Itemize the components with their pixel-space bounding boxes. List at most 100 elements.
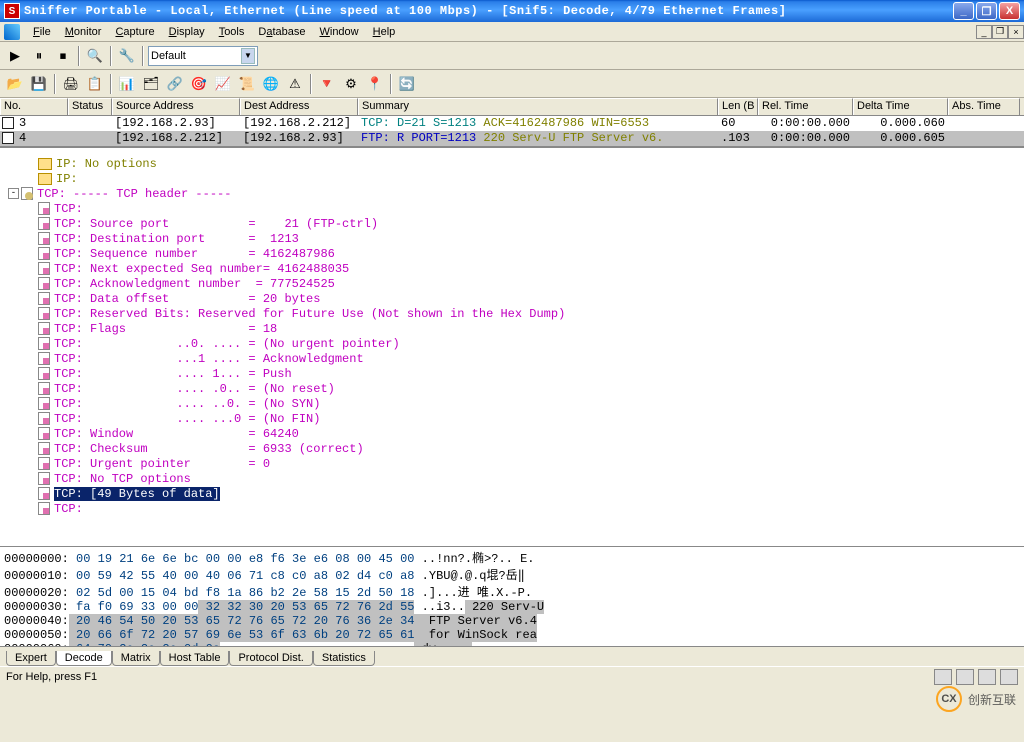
- tree-text: TCP: Destination port = 1213: [54, 232, 299, 246]
- art-icon[interactable]: 🎯: [188, 73, 210, 95]
- col-summary[interactable]: Summary: [358, 98, 718, 115]
- tree-line[interactable]: TCP: Sequence number = 4162487986: [0, 246, 1024, 261]
- menu-display[interactable]: Display: [162, 24, 212, 40]
- page-icon: [38, 337, 50, 350]
- tree-line[interactable]: TCP: Window = 64240: [0, 426, 1024, 441]
- chevron-down-icon[interactable]: ▼: [241, 48, 255, 64]
- col-len[interactable]: Len (B: [718, 98, 758, 115]
- hosttable-icon[interactable]: 🗂: [140, 73, 162, 95]
- col-abstime[interactable]: Abs. Time: [948, 98, 1020, 115]
- tree-line[interactable]: TCP:: [0, 201, 1024, 216]
- alarm-icon[interactable]: ⚠: [284, 73, 306, 95]
- address-icon[interactable]: 📍: [364, 73, 386, 95]
- status-icon: [934, 669, 952, 685]
- collapse-icon[interactable]: -: [8, 188, 19, 199]
- col-dst[interactable]: Dest Address: [240, 98, 358, 115]
- menu-tools[interactable]: Tools: [212, 24, 252, 40]
- binoculars-icon[interactable]: 🔍: [84, 45, 106, 67]
- stop-icon[interactable]: ⏹: [52, 45, 74, 67]
- toolbar-capture: ▶ ⏸ ⏹ 🔍 🔧 Default ▼: [0, 42, 1024, 70]
- tree-line[interactable]: TCP: Data offset = 20 bytes: [0, 291, 1024, 306]
- cell-summary: FTP: R PORT=1213 220 Serv-U FTP Server v…: [358, 131, 718, 146]
- print-icon[interactable]: 🖨: [60, 73, 82, 95]
- tree-text: TCP: Next expected Seq number= 416248803…: [54, 262, 349, 276]
- tab-proto[interactable]: Protocol Dist.: [229, 651, 312, 666]
- tree-line[interactable]: TCP: .... 1... = Push: [0, 366, 1024, 381]
- tree-line[interactable]: TCP: Source port = 21 (FTP-ctrl): [0, 216, 1024, 231]
- menu-help[interactable]: Help: [366, 24, 403, 40]
- tree-text: TCP: ----- TCP header -----: [37, 187, 231, 201]
- maximize-button[interactable]: ❐: [976, 2, 997, 20]
- menu-bar: File Monitor Capture Display Tools Datab…: [0, 22, 1024, 42]
- tree-line[interactable]: TCP: ..0. .... = (No urgent pointer): [0, 336, 1024, 351]
- col-src[interactable]: Source Address: [112, 98, 240, 115]
- mdi-minimize[interactable]: _: [976, 25, 992, 39]
- tab-expert[interactable]: Expert: [6, 651, 56, 666]
- window-title: Sniffer Portable - Local, Ethernet (Line…: [24, 4, 953, 18]
- dashboard-icon[interactable]: 📊: [116, 73, 138, 95]
- history-icon[interactable]: 📜: [236, 73, 258, 95]
- matrix-icon[interactable]: 🔗: [164, 73, 186, 95]
- filter-icon[interactable]: 🔻: [316, 73, 338, 95]
- tab-stats[interactable]: Statistics: [313, 651, 375, 666]
- tab-host[interactable]: Host Table: [160, 651, 230, 666]
- col-no[interactable]: No.: [0, 98, 68, 115]
- tree-line[interactable]: TCP: .... ...0 = (No FIN): [0, 411, 1024, 426]
- table-row[interactable]: 3 [192.168.2.93] [192.168.2.212] TCP: D=…: [0, 116, 1024, 131]
- row-checkbox[interactable]: [2, 132, 14, 144]
- profile-combo[interactable]: Default ▼: [148, 46, 258, 66]
- open-icon[interactable]: 📂: [4, 73, 26, 95]
- tree-line[interactable]: TCP: Checksum = 6933 (correct): [0, 441, 1024, 456]
- hex-pane[interactable]: 00000000: 00 19 21 6e 6e bc 00 00 e8 f6 …: [0, 546, 1024, 646]
- page-icon: [38, 277, 50, 290]
- menu-file[interactable]: File: [26, 24, 58, 40]
- copy-icon[interactable]: 📋: [84, 73, 106, 95]
- watermark: CX 创新互联: [936, 686, 1016, 712]
- page-icon: [38, 247, 50, 260]
- col-status[interactable]: Status: [68, 98, 112, 115]
- toolbar-main: 📂 💾 🖨 📋 📊 🗂 🔗 🎯 📈 📜 🌐 ⚠ 🔻 ⚙ 📍 🔄: [0, 70, 1024, 98]
- tree-line[interactable]: TCP: Urgent pointer = 0: [0, 456, 1024, 471]
- menu-window[interactable]: Window: [312, 24, 365, 40]
- tree-line[interactable]: TCP: .... ..0. = (No SYN): [0, 396, 1024, 411]
- tree-text: TCP: Source port = 21 (FTP-ctrl): [54, 217, 378, 231]
- settings-icon[interactable]: ⚙: [340, 73, 362, 95]
- col-deltatime[interactable]: Delta Time: [853, 98, 948, 115]
- tree-line[interactable]: TCP: Destination port = 1213: [0, 231, 1024, 246]
- menu-monitor[interactable]: Monitor: [58, 24, 109, 40]
- row-checkbox[interactable]: [2, 117, 14, 129]
- pause-icon[interactable]: ⏸: [28, 45, 50, 67]
- page-icon: [38, 472, 50, 485]
- menu-capture[interactable]: Capture: [108, 24, 161, 40]
- global-icon[interactable]: 🌐: [260, 73, 282, 95]
- app-icon: S: [4, 3, 20, 19]
- wrench-icon[interactable]: 🔧: [116, 45, 138, 67]
- tree-line[interactable]: TCP: Reserved Bits: Reserved for Future …: [0, 306, 1024, 321]
- decode-pane[interactable]: IP: No options IP: -TCP: ----- TCP heade…: [0, 146, 1024, 546]
- cell-rel: 0:00:00.000: [758, 116, 853, 131]
- refresh-icon[interactable]: 🔄: [396, 73, 418, 95]
- profile-combo-value: Default: [151, 50, 186, 62]
- folder-icon: [38, 158, 52, 170]
- save-icon[interactable]: 💾: [28, 73, 50, 95]
- protodist-icon[interactable]: 📈: [212, 73, 234, 95]
- menu-database[interactable]: Database: [251, 24, 312, 40]
- minimize-button[interactable]: _: [953, 2, 974, 20]
- tab-decode[interactable]: Decode: [56, 651, 112, 666]
- tree-line[interactable]: TCP: .... .0.. = (No reset): [0, 381, 1024, 396]
- cell-status: [68, 116, 112, 131]
- tab-matrix[interactable]: Matrix: [112, 651, 160, 666]
- mdi-close[interactable]: ×: [1008, 25, 1024, 39]
- tree-line[interactable]: TCP: Flags = 18: [0, 321, 1024, 336]
- tree-line[interactable]: TCP: No TCP options: [0, 471, 1024, 486]
- close-button[interactable]: X: [999, 2, 1020, 20]
- tree-line[interactable]: TCP: Next expected Seq number= 416248803…: [0, 261, 1024, 276]
- mdi-restore[interactable]: ❐: [992, 25, 1008, 39]
- cell-no: 3: [16, 116, 68, 131]
- page-icon: [38, 352, 50, 365]
- tree-line[interactable]: TCP: ...1 .... = Acknowledgment: [0, 351, 1024, 366]
- tree-line[interactable]: TCP: Acknowledgment number = 777524525: [0, 276, 1024, 291]
- play-icon[interactable]: ▶: [4, 45, 26, 67]
- table-row[interactable]: 4 [192.168.2.212] [192.168.2.93] FTP: R …: [0, 131, 1024, 146]
- col-reltime[interactable]: Rel. Time: [758, 98, 853, 115]
